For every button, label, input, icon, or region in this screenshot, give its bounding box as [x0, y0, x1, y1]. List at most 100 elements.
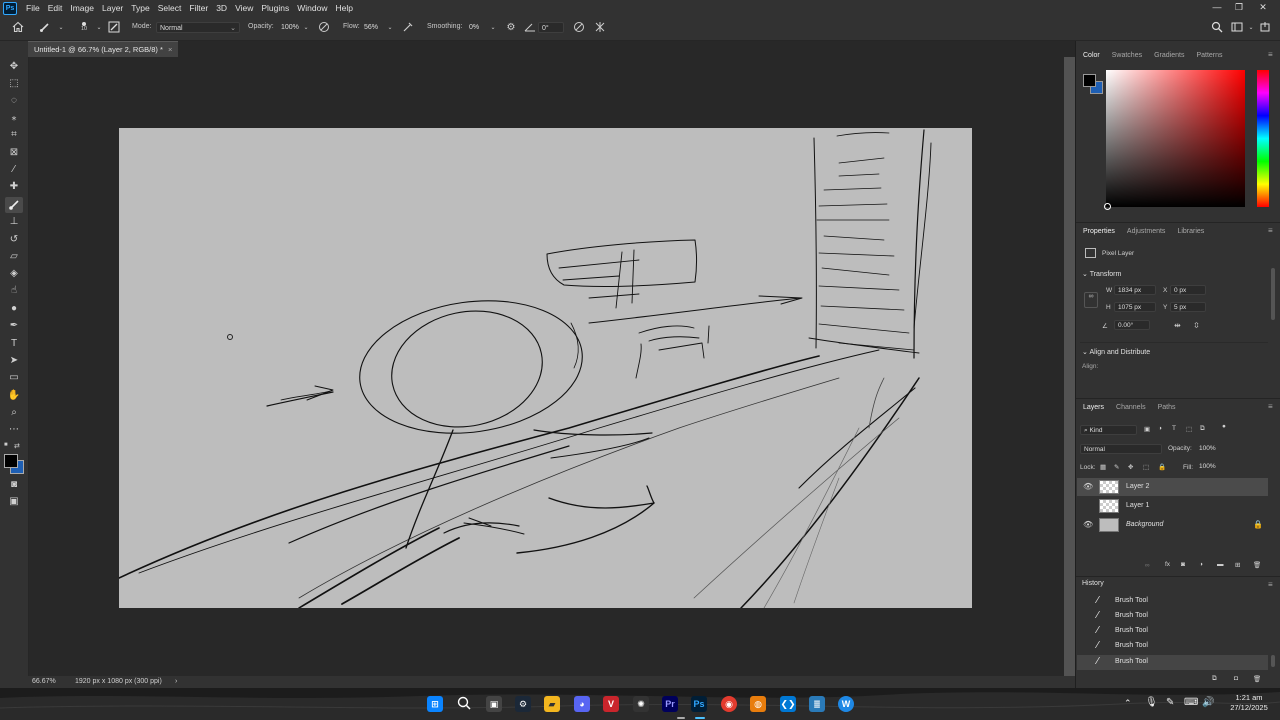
chevron-down-icon[interactable]: ⌄: [54, 21, 68, 35]
trash-icon[interactable]: 🗑: [1253, 561, 1261, 569]
filter-shape-icon[interactable]: ⬚: [1186, 425, 1192, 433]
history-item[interactable]: ⁄ Brush Tool: [1077, 609, 1268, 624]
add-mask-icon[interactable]: ◙: [1181, 561, 1185, 568]
tab-swatches[interactable]: Swatches: [1106, 48, 1148, 64]
layer-row-layer-1[interactable]: Layer 1: [1077, 497, 1268, 515]
eye-icon[interactable]: 👁: [1083, 482, 1093, 492]
paint-bucket-tool-icon[interactable]: ◈: [5, 266, 23, 282]
properties-scrollbar[interactable]: [1271, 268, 1275, 320]
tray-chevron-icon[interactable]: ⌃: [1124, 698, 1132, 709]
premiere-pro-icon[interactable]: Pr: [662, 696, 678, 712]
menu-help[interactable]: Help: [331, 0, 356, 16]
blend-mode-select[interactable]: Normal: [1080, 444, 1162, 454]
smoothing-field[interactable]: 0%: [466, 22, 488, 33]
history-item[interactable]: ⁄ Brush Tool: [1077, 594, 1268, 609]
color-foreground-swatch[interactable]: [1083, 74, 1096, 87]
panel-menu-icon[interactable]: ≡: [1268, 50, 1276, 59]
clone-stamp-tool-icon[interactable]: ⊥: [5, 214, 23, 230]
workspace-icon[interactable]: [1230, 21, 1244, 35]
history-item-current[interactable]: ⁄ Brush Tool: [1077, 655, 1268, 670]
tab-paths[interactable]: Paths: [1152, 400, 1182, 416]
flow-field[interactable]: 56%: [361, 22, 383, 33]
network-icon[interactable]: ⌨: [1184, 697, 1198, 708]
new-group-icon[interactable]: ▬: [1217, 561, 1224, 568]
tab-properties[interactable]: Properties: [1077, 224, 1121, 240]
zoom-tool-icon[interactable]: ⌕: [5, 405, 23, 421]
history-item[interactable]: ⁄ Brush Tool: [1077, 639, 1268, 654]
menu-type[interactable]: Type: [127, 0, 153, 16]
dodge-tool-icon[interactable]: ●: [5, 301, 23, 317]
tab-color[interactable]: Color: [1077, 48, 1106, 64]
discord-icon[interactable]: ◕: [574, 696, 590, 712]
color-picker-field[interactable]: [1106, 70, 1245, 207]
symmetry-icon[interactable]: [593, 21, 607, 35]
menu-edit[interactable]: Edit: [44, 0, 67, 16]
volume-icon[interactable]: 🔊: [1202, 697, 1214, 708]
layer-row-layer-2[interactable]: 👁 Layer 2: [1077, 478, 1268, 496]
pressure-opacity-icon[interactable]: [317, 21, 331, 35]
home-icon[interactable]: [11, 21, 25, 35]
close-tab-icon[interactable]: ×: [168, 45, 172, 54]
angle-field[interactable]: 0.00°: [1114, 320, 1150, 330]
eye-icon[interactable]: 👁: [1083, 520, 1093, 530]
angle-field[interactable]: 0°: [538, 22, 564, 33]
chevron-down-icon[interactable]: ⌄: [1244, 21, 1258, 35]
panel-menu-icon[interactable]: ≡: [1268, 402, 1276, 411]
filter-adjustment-icon[interactable]: ◑: [1158, 425, 1162, 432]
gear-icon[interactable]: ⚙: [504, 21, 518, 35]
align-section-title[interactable]: ⌄ Align and Distribute: [1082, 348, 1150, 356]
photoshop-icon[interactable]: Ps: [691, 696, 707, 712]
lock-transparent-icon[interactable]: ▦: [1100, 463, 1106, 471]
flip-horizontal-icon[interactable]: ⇹: [1174, 321, 1181, 330]
share-icon[interactable]: [1258, 21, 1272, 35]
color-picker-cursor[interactable]: [1104, 203, 1111, 210]
filter-smart-object-icon[interactable]: ⧉: [1200, 425, 1205, 433]
lasso-tool-icon[interactable]: ◌: [5, 93, 23, 109]
menu-3d[interactable]: 3D: [212, 0, 231, 16]
link-dimensions-icon[interactable]: ∞: [1084, 292, 1098, 308]
chatgpt-icon[interactable]: ✺: [633, 696, 649, 712]
menu-view[interactable]: View: [231, 0, 257, 16]
chevron-down-icon[interactable]: ⌄: [383, 21, 397, 35]
marquee-tool-icon[interactable]: ⬚: [5, 76, 23, 92]
task-view-icon[interactable]: ▣: [486, 696, 502, 712]
new-layer-icon[interactable]: ⊞: [1235, 561, 1240, 569]
hue-slider[interactable]: [1257, 70, 1269, 207]
history-scrollbar[interactable]: [1271, 655, 1275, 667]
layer-row-background[interactable]: 👁 Background 🔒: [1077, 516, 1268, 534]
filter-pixel-icon[interactable]: ▣: [1144, 425, 1150, 433]
microphone-icon[interactable]: 🎙: [1145, 697, 1158, 708]
transform-section-title[interactable]: ⌄ Transform: [1082, 270, 1121, 278]
pressure-size-icon[interactable]: [572, 21, 586, 35]
system-clock[interactable]: 1:21 am 27/12/2025: [1222, 693, 1276, 713]
lock-position-icon[interactable]: ✥: [1128, 463, 1133, 471]
lock-all-icon[interactable]: 🔒: [1158, 463, 1166, 471]
panel-menu-icon[interactable]: ≡: [1268, 580, 1276, 589]
chevron-down-icon[interactable]: ⌄: [299, 21, 313, 35]
swap-colors-icon[interactable]: ⇄: [14, 442, 22, 450]
chrome-icon[interactable]: ◉: [721, 696, 737, 712]
chevron-down-icon[interactable]: ⌄: [486, 21, 500, 35]
foreground-color-swatch[interactable]: [4, 454, 18, 468]
pen-tool-icon[interactable]: ✒: [5, 318, 23, 334]
restore-icon[interactable]: ❐: [1228, 0, 1250, 16]
steam-icon[interactable]: ⚙: [515, 696, 531, 712]
search-icon[interactable]: [456, 696, 472, 712]
layer-filter-select[interactable]: ⌕ Kind: [1080, 425, 1137, 435]
chevron-down-icon[interactable]: ⌄: [92, 21, 106, 35]
rectangle-tool-icon[interactable]: ▭: [5, 370, 23, 386]
x-field[interactable]: 0 px: [1170, 285, 1206, 295]
panel-menu-icon[interactable]: ≡: [1268, 226, 1276, 235]
brush-size-indicator[interactable]: 10: [79, 20, 89, 38]
tab-gradients[interactable]: Gradients: [1148, 48, 1190, 64]
menu-plugins[interactable]: Plugins: [257, 0, 293, 16]
brush-tool-icon[interactable]: [5, 197, 23, 213]
link-layers-icon[interactable]: ∞: [1145, 562, 1150, 569]
brush-settings-icon[interactable]: [107, 21, 121, 35]
layer-opacity-field[interactable]: 100%: [1196, 444, 1220, 454]
adjustment-layer-icon[interactable]: ◑: [1199, 561, 1203, 568]
lock-icon[interactable]: 🔒: [1253, 520, 1263, 529]
opacity-field[interactable]: 100%: [278, 22, 300, 33]
trash-icon[interactable]: 🗑: [1253, 675, 1261, 683]
minimize-icon[interactable]: —: [1206, 0, 1228, 16]
